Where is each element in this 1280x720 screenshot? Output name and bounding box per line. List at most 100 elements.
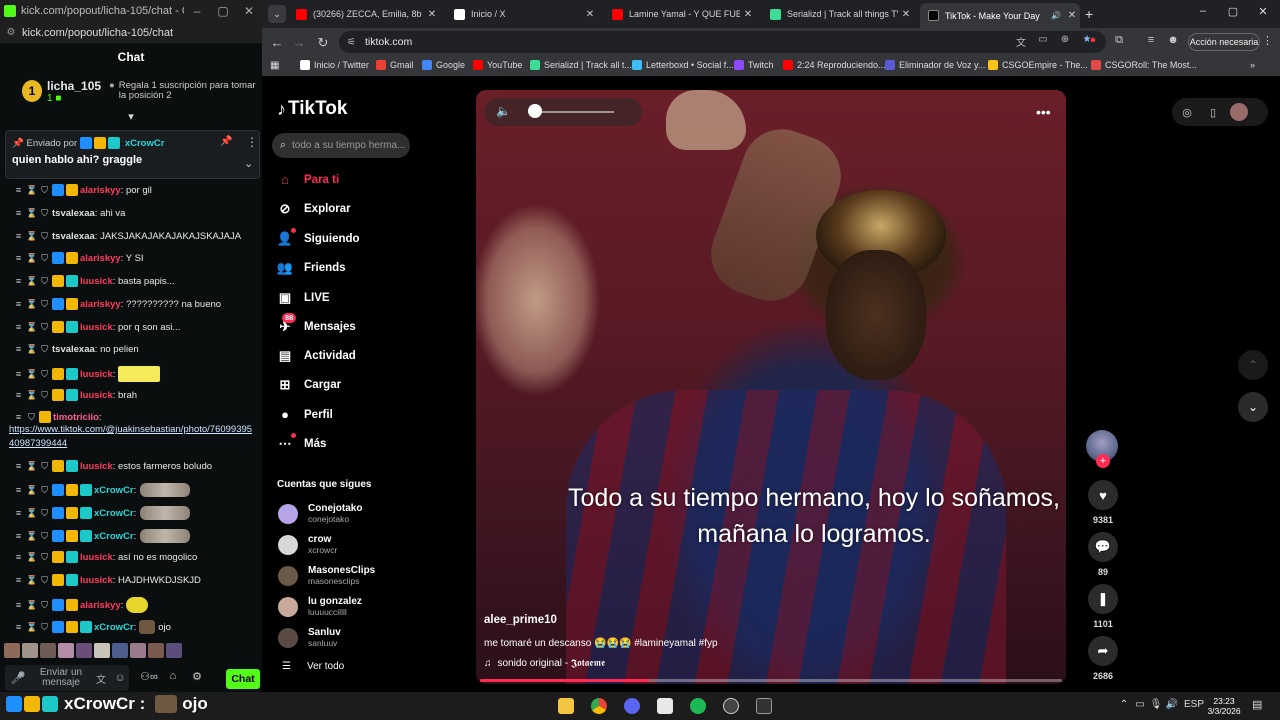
message-menu-icon[interactable]: ≡: [13, 574, 24, 586]
share-action[interactable]: ➦ 2686: [1084, 636, 1122, 681]
send-chat-button[interactable]: Chat: [226, 669, 260, 689]
timeout-icon[interactable]: ⌛: [26, 184, 37, 196]
message-menu-icon[interactable]: ≡: [13, 599, 24, 611]
chat-link[interactable]: https://www.tiktok.com/@juakinsebastian/…: [9, 424, 257, 435]
nav-friends[interactable]: 👥 Friends: [276, 259, 346, 277]
tray-display-icon[interactable]: ▭: [1132, 699, 1148, 710]
tab-2[interactable]: Lamine Yamal - Y QUE FUE? (D...✕: [604, 4, 756, 24]
tab-close-icon[interactable]: ✕: [898, 9, 914, 20]
close-icon[interactable]: ✕: [1248, 5, 1278, 18]
emoji-icon[interactable]: ☺: [111, 672, 129, 684]
chrome-menu-icon[interactable]: ⋮: [1262, 34, 1273, 47]
chrome-taskbar-icon[interactable]: [591, 698, 607, 714]
chat-username[interactable]: tsvalexaa: [52, 344, 95, 355]
recent-emote[interactable]: [166, 643, 182, 658]
chat-username[interactable]: xCrowCr: [94, 485, 134, 496]
nav-following[interactable]: 👤 Siguiendo: [276, 228, 360, 248]
bookmark-7[interactable]: 2:24 Reproduciendo...: [783, 60, 886, 70]
my-avatar[interactable]: [1230, 103, 1248, 121]
chat-input[interactable]: 🎤 Enviar un mensaje 文 ☺: [5, 665, 129, 691]
recent-emote[interactable]: [112, 643, 128, 658]
nav-upload[interactable]: ⊞ Cargar: [276, 376, 342, 394]
back-icon[interactable]: ←: [268, 35, 286, 50]
chat-username[interactable]: alariskyy: [80, 185, 121, 196]
avatar[interactable]: [278, 565, 298, 586]
notepad-icon[interactable]: [657, 698, 673, 714]
nav-messages[interactable]: ✈ 88 Mensajes: [276, 313, 356, 336]
bookmark-10[interactable]: CSGORoll: The Most...: [1091, 60, 1197, 70]
maximize-icon[interactable]: ▢: [1218, 5, 1248, 18]
zoom-icon[interactable]: ⊕: [1054, 34, 1076, 49]
message-menu-icon[interactable]: ≡: [13, 460, 24, 472]
message-menu-icon[interactable]: ≡: [13, 368, 24, 380]
spotify-icon[interactable]: [690, 698, 706, 714]
following-account[interactable]: Sanluv sanluuv: [278, 627, 341, 648]
recent-emote[interactable]: [76, 643, 92, 658]
message-menu-icon[interactable]: ≡: [13, 484, 24, 496]
bookmark-8[interactable]: Eliminador de Voz y...: [885, 60, 985, 70]
message-menu-icon[interactable]: ≡: [13, 252, 24, 264]
video-sound[interactable]: ♫ sonido original - 𝕵𝖔𝖙𝖆𝖊𝖒𝖊: [484, 658, 605, 669]
chat-username[interactable]: alariskyy: [80, 253, 121, 264]
chat-username[interactable]: tsvalexaa: [52, 231, 95, 242]
tab-close-icon[interactable]: ✕: [424, 9, 440, 20]
bookmark-5[interactable]: Letterboxd • Social f...: [632, 60, 734, 70]
chat-username[interactable]: luusick: [80, 552, 113, 563]
bookmark-4[interactable]: Serializd | Track all t...: [530, 60, 632, 70]
tab-3[interactable]: Serializd | Track all things TV ✕: [762, 4, 914, 24]
recent-emote[interactable]: [4, 643, 20, 658]
tab-1[interactable]: Inicio / X ✕: [446, 4, 598, 24]
video-more-icon[interactable]: •••: [1036, 104, 1051, 120]
message-menu-icon[interactable]: ≡: [13, 621, 24, 633]
video-author[interactable]: alee_prime10: [484, 614, 557, 626]
comment-action[interactable]: 💬 89: [1084, 532, 1122, 577]
bookmark-2[interactable]: Google: [422, 60, 465, 70]
settings-gear-icon[interactable]: ⚙: [185, 670, 209, 683]
timeout-icon[interactable]: ⌛: [26, 368, 37, 380]
chat-username[interactable]: luusick: [80, 369, 113, 380]
timeout-icon[interactable]: ⌛: [26, 298, 37, 310]
notification-icon[interactable]: ▤: [1252, 698, 1262, 711]
apps-grid-icon[interactable]: ▦: [270, 60, 279, 71]
kick-address-bar[interactable]: ⚙ kick.com/popout/licha-105/chat: [0, 22, 262, 44]
message-menu-icon[interactable]: ≡: [13, 343, 24, 355]
extensions-puzzle-icon[interactable]: ⧉: [1110, 34, 1128, 47]
video-progress-bar[interactable]: [480, 679, 1062, 682]
action-required-button[interactable]: Acción necesaria: [1188, 33, 1260, 51]
recent-emote[interactable]: [130, 643, 146, 658]
next-video-chevron-down-icon[interactable]: ⌄: [1238, 392, 1268, 422]
recent-emote[interactable]: [148, 643, 164, 658]
recent-emote[interactable]: [94, 643, 110, 658]
tab-close-icon[interactable]: ✕: [582, 9, 598, 20]
message-menu-icon[interactable]: ≡: [13, 507, 24, 519]
message-menu-icon[interactable]: ≡: [13, 275, 24, 287]
microphone-icon[interactable]: 🎤: [5, 671, 31, 685]
cast-icon[interactable]: ▭: [1032, 34, 1054, 49]
following-account[interactable]: Conejotako conejotako: [278, 503, 362, 524]
video-player[interactable]: 🔈 ••• Todo a su tiempo hermano, hoy lo s…: [476, 90, 1066, 684]
unpin-icon[interactable]: 📌: [220, 136, 232, 147]
avatar[interactable]: [278, 534, 298, 555]
chat-link-continued[interactable]: 40987399444: [9, 438, 257, 449]
tray-volume-icon[interactable]: 🔊: [1164, 699, 1180, 710]
tab-audio-icon[interactable]: 🔊: [1048, 11, 1064, 20]
profile-avatar-icon[interactable]: ☻: [1164, 34, 1182, 46]
site-info-icon[interactable]: ⚙: [0, 27, 22, 38]
heart-icon[interactable]: ♥: [1088, 480, 1118, 510]
chat-username[interactable]: tsvalexaa: [52, 208, 95, 219]
chat-username[interactable]: xCrowCr: [94, 531, 134, 542]
chat-username[interactable]: luusick: [80, 575, 113, 586]
nav-more[interactable]: ⋯ Más: [276, 433, 326, 453]
expand-leaderboard-icon[interactable]: ▾: [124, 112, 138, 123]
media-control-icon[interactable]: ≡: [1142, 34, 1160, 46]
avatar[interactable]: [278, 503, 298, 524]
maximize-icon[interactable]: ▢: [210, 4, 236, 18]
extension-record-icon[interactable]: ●: [1084, 34, 1102, 46]
chat-username[interactable]: alariskyy: [80, 299, 121, 310]
bookmark-0[interactable]: Inicio / Twitter: [300, 60, 369, 70]
message-menu-icon[interactable]: ≡: [13, 530, 24, 542]
timeout-icon[interactable]: ⌛: [26, 599, 37, 611]
more-bookmarks-icon[interactable]: »: [1250, 60, 1255, 70]
following-account[interactable]: MasonesClips masonesclips: [278, 565, 375, 586]
tab-close-icon[interactable]: ✕: [740, 9, 756, 20]
